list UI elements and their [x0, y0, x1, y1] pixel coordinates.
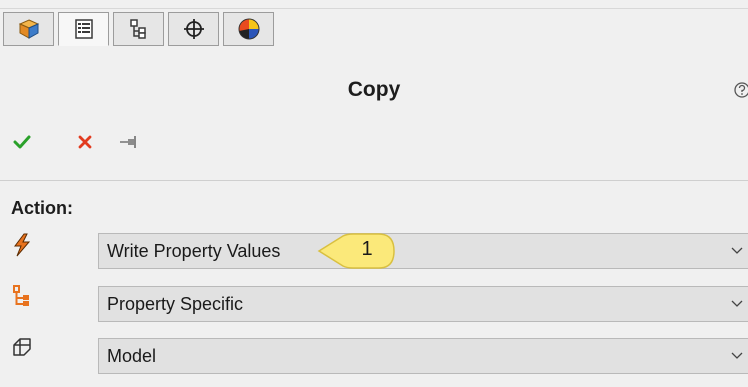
top-separator — [0, 8, 748, 9]
ok-button[interactable] — [10, 132, 34, 156]
checkmark-icon — [13, 134, 31, 155]
display-manager-icon — [237, 17, 261, 41]
source-value: Model — [107, 346, 157, 366]
page-title: Copy — [347, 78, 401, 101]
feature-manager-tabs — [0, 12, 748, 52]
action-type-dropdown[interactable]: Write Property Values — [98, 233, 748, 269]
tab-feature-manager[interactable] — [3, 12, 54, 46]
chevron-down-icon — [731, 287, 743, 332]
property-manager-header: Copy — [0, 52, 748, 126]
section-divider — [0, 180, 748, 181]
action-type-value: Write Property Values — [107, 241, 281, 261]
pushpin-icon — [118, 134, 140, 155]
property-scope-value: Property Specific — [107, 294, 244, 314]
lightning-icon — [11, 233, 33, 257]
model-icon — [11, 336, 33, 360]
configuration-manager-icon — [128, 18, 150, 40]
callout-number: 1 — [361, 238, 373, 260]
action-toolbar — [0, 132, 200, 162]
tab-property-manager[interactable] — [58, 12, 109, 46]
pin-button[interactable] — [117, 132, 141, 156]
tab-configuration-manager[interactable] — [113, 12, 164, 46]
property-manager-icon — [73, 18, 95, 40]
part-cube-icon — [17, 17, 41, 41]
help-icon[interactable] — [734, 82, 748, 98]
chevron-down-icon — [731, 234, 743, 279]
crosshair-icon — [183, 18, 205, 40]
action-section-label: Action: — [11, 198, 73, 218]
tab-dimxpert[interactable] — [168, 12, 219, 46]
cancel-button[interactable] — [73, 132, 97, 156]
x-icon — [77, 134, 93, 155]
tab-display-manager[interactable] — [223, 12, 274, 46]
chevron-down-icon — [731, 339, 743, 384]
source-dropdown[interactable]: Model — [98, 338, 748, 374]
property-tree-icon — [11, 284, 33, 308]
property-scope-dropdown[interactable]: Property Specific — [98, 286, 748, 322]
